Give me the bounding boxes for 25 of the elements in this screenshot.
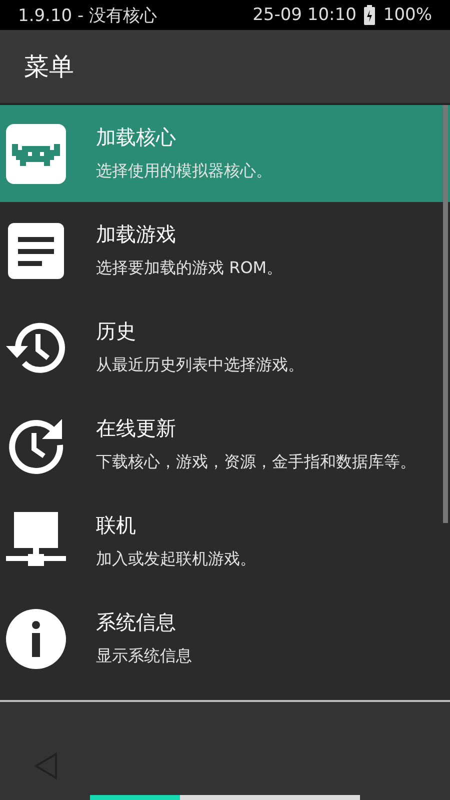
menu-item-title: 系统信息 [96,609,177,636]
clock-text: 25-09 10:10 [252,5,356,25]
menu-item[interactable]: 加载核心 选择使用的模拟器核心。 [0,105,450,202]
battery-percent: 100% [383,5,432,25]
menu-item[interactable]: 加载游戏 选择要加载的游戏 ROM。 [0,202,450,299]
menu-item[interactable]: 联机 加入或发起联机游戏。 [0,493,450,590]
menu-item-subtitle: 从最近历史列表中选择游戏。 [96,354,304,376]
menu-item-subtitle: 选择要加载的游戏 ROM。 [96,257,283,279]
menu-item[interactable]: 在线更新 下载核心，游戏，资源，金手指和数据库等。 [0,396,450,493]
info-icon [4,606,68,670]
menu-item-subtitle: 选择使用的模拟器核心。 [96,160,272,182]
menu-item-title: 加载游戏 [96,221,177,248]
menu-item-title: 联机 [96,512,137,539]
invader-icon [4,122,68,186]
menu-item-subtitle: 加入或发起联机游戏。 [96,548,256,570]
status-text: 1.9.10 - 没有核心 [18,4,158,26]
battery-icon [364,5,376,25]
menu-item[interactable]: 历史 从最近历史列表中选择游戏。 [0,299,450,396]
app-bar-title: 菜单 [24,51,74,83]
menu-item[interactable]: 系统信息 显示系统信息 [0,590,450,687]
menu-item-subtitle: 显示系统信息 [96,645,192,667]
menu-item-title: 在线更新 [96,415,177,442]
menu-item-title: 加载核心 [96,124,177,151]
menu-item-title: 历史 [96,318,137,345]
menu-item-subtitle: 下载核心，游戏，资源，金手指和数据库等。 [96,451,416,473]
